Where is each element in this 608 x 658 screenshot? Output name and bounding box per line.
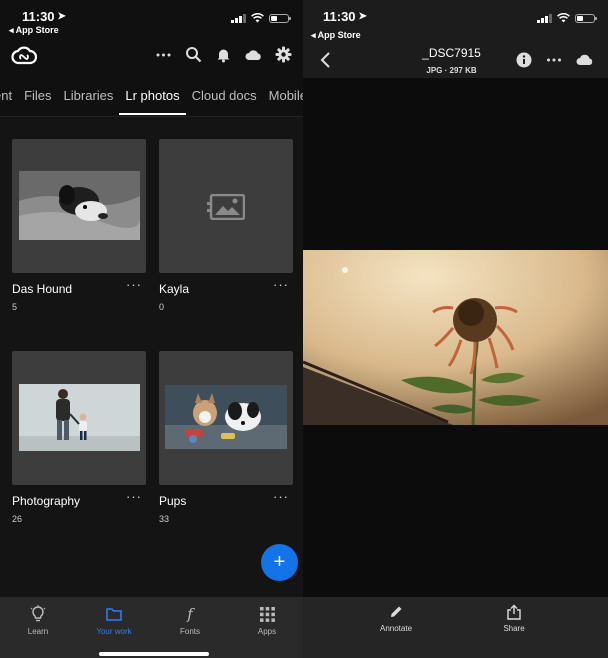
battery-icon: [269, 13, 291, 23]
album-thumbnail[interactable]: [159, 351, 293, 485]
album-count: 5: [12, 302, 18, 312]
back-to-app-store[interactable]: ◂ App Store: [9, 25, 59, 36]
status-time: 11:30 ➤: [22, 9, 66, 24]
info-icon[interactable]: [516, 52, 532, 68]
image-placeholder-icon: [207, 194, 245, 220]
lightbulb-icon: [8, 605, 68, 623]
album-count: 33: [159, 514, 170, 524]
tabbar-learn[interactable]: Learn: [8, 605, 68, 636]
bell-icon[interactable]: [215, 46, 232, 63]
dog-photo: [19, 171, 140, 240]
album-card[interactable]: Pups 33 ···: [159, 351, 293, 524]
more-icon[interactable]: [546, 52, 562, 68]
tabbar-apps[interactable]: Apps: [237, 605, 297, 636]
album-more-icon[interactable]: ···: [126, 489, 142, 504]
tab-lr-photos[interactable]: Lr photos: [119, 78, 186, 115]
status-bar: 11:30 ➤ ◂ App Store: [303, 0, 608, 40]
wifi-icon: [251, 13, 264, 23]
status-time: 11:30 ➤: [323, 9, 367, 24]
folder-icon: [84, 605, 144, 623]
gear-icon[interactable]: [275, 46, 292, 63]
tabbar-label: Apps: [257, 627, 277, 636]
album-more-icon[interactable]: ···: [126, 277, 142, 292]
tab-libraries[interactable]: Libraries: [58, 78, 120, 115]
home-indicator[interactable]: [99, 652, 209, 656]
battery-icon: [575, 13, 597, 23]
status-icons: [537, 13, 597, 23]
tab-recent[interactable]: ent: [0, 78, 18, 115]
tab-cloud-docs[interactable]: Cloud docs: [186, 78, 263, 115]
album-thumbnail[interactable]: [159, 139, 293, 273]
action-label: Annotate: [379, 624, 413, 633]
tabbar-label: Learn: [27, 627, 49, 636]
tabbar-label: Your work: [96, 627, 132, 636]
creative-cloud-logo[interactable]: [11, 46, 37, 66]
tab-bar: ent Files Libraries Lr photos Cloud docs…: [0, 78, 303, 115]
search-icon[interactable]: [185, 46, 202, 63]
album-count: 0: [159, 302, 165, 312]
album-thumbnail[interactable]: [12, 139, 146, 273]
signal-icon: [537, 13, 552, 23]
share-icon: [484, 603, 544, 621]
share-button[interactable]: Share: [484, 603, 544, 633]
font-icon: f: [187, 605, 193, 623]
album-card[interactable]: Kayla 0 ···: [159, 139, 293, 312]
bottom-tab-bar: Learn Your work f Fonts Apps: [0, 597, 303, 658]
tabbar-your-work[interactable]: Your work: [84, 605, 144, 636]
family-photo: [19, 384, 140, 451]
viewer-toolbar: Annotate Share: [303, 597, 608, 658]
album-more-icon[interactable]: ···: [273, 489, 289, 504]
action-label: Share: [503, 624, 525, 633]
cc-files-screen: 11:30➤ ◂ App Store ent Files Libraries L…: [0, 0, 303, 658]
tab-files[interactable]: Files: [18, 78, 57, 115]
wifi-icon: [557, 13, 570, 23]
tab-mobile[interactable]: Mobile: [263, 78, 303, 115]
cloud-icon[interactable]: [576, 52, 594, 68]
album-thumbnail[interactable]: [12, 351, 146, 485]
album-grid: Das Hound 5 ··· Kayla 0 ··· Photography …: [0, 117, 303, 597]
annotate-button[interactable]: Annotate: [366, 603, 426, 633]
add-button[interactable]: +: [261, 544, 298, 581]
tabbar-fonts[interactable]: f Fonts: [160, 605, 220, 636]
album-more-icon[interactable]: ···: [273, 277, 289, 292]
tabbar-label: Fonts: [179, 627, 200, 636]
photo-viewer-screen: 11:30 ➤ ◂ App Store _DSC7915 JPG · 297 KB: [303, 0, 608, 658]
album-count: 26: [12, 514, 23, 524]
status-bar: 11:30 ➤ ◂ App Store: [0, 0, 303, 40]
viewer-actions: [516, 52, 594, 68]
cloud-icon[interactable]: [245, 46, 262, 63]
pencil-icon: [366, 603, 426, 621]
back-to-app-store[interactable]: ◂ App Store: [311, 30, 361, 41]
album-card[interactable]: Photography 26 ···: [12, 351, 146, 524]
header-actions: [155, 46, 292, 63]
puppies-photo: [165, 385, 287, 449]
sunflower-photo: [303, 250, 608, 425]
grid-icon: [237, 605, 297, 623]
signal-icon: [231, 13, 246, 23]
more-icon[interactable]: [155, 46, 172, 63]
album-card[interactable]: Das Hound 5 ···: [12, 139, 146, 312]
status-icons: [231, 13, 291, 23]
